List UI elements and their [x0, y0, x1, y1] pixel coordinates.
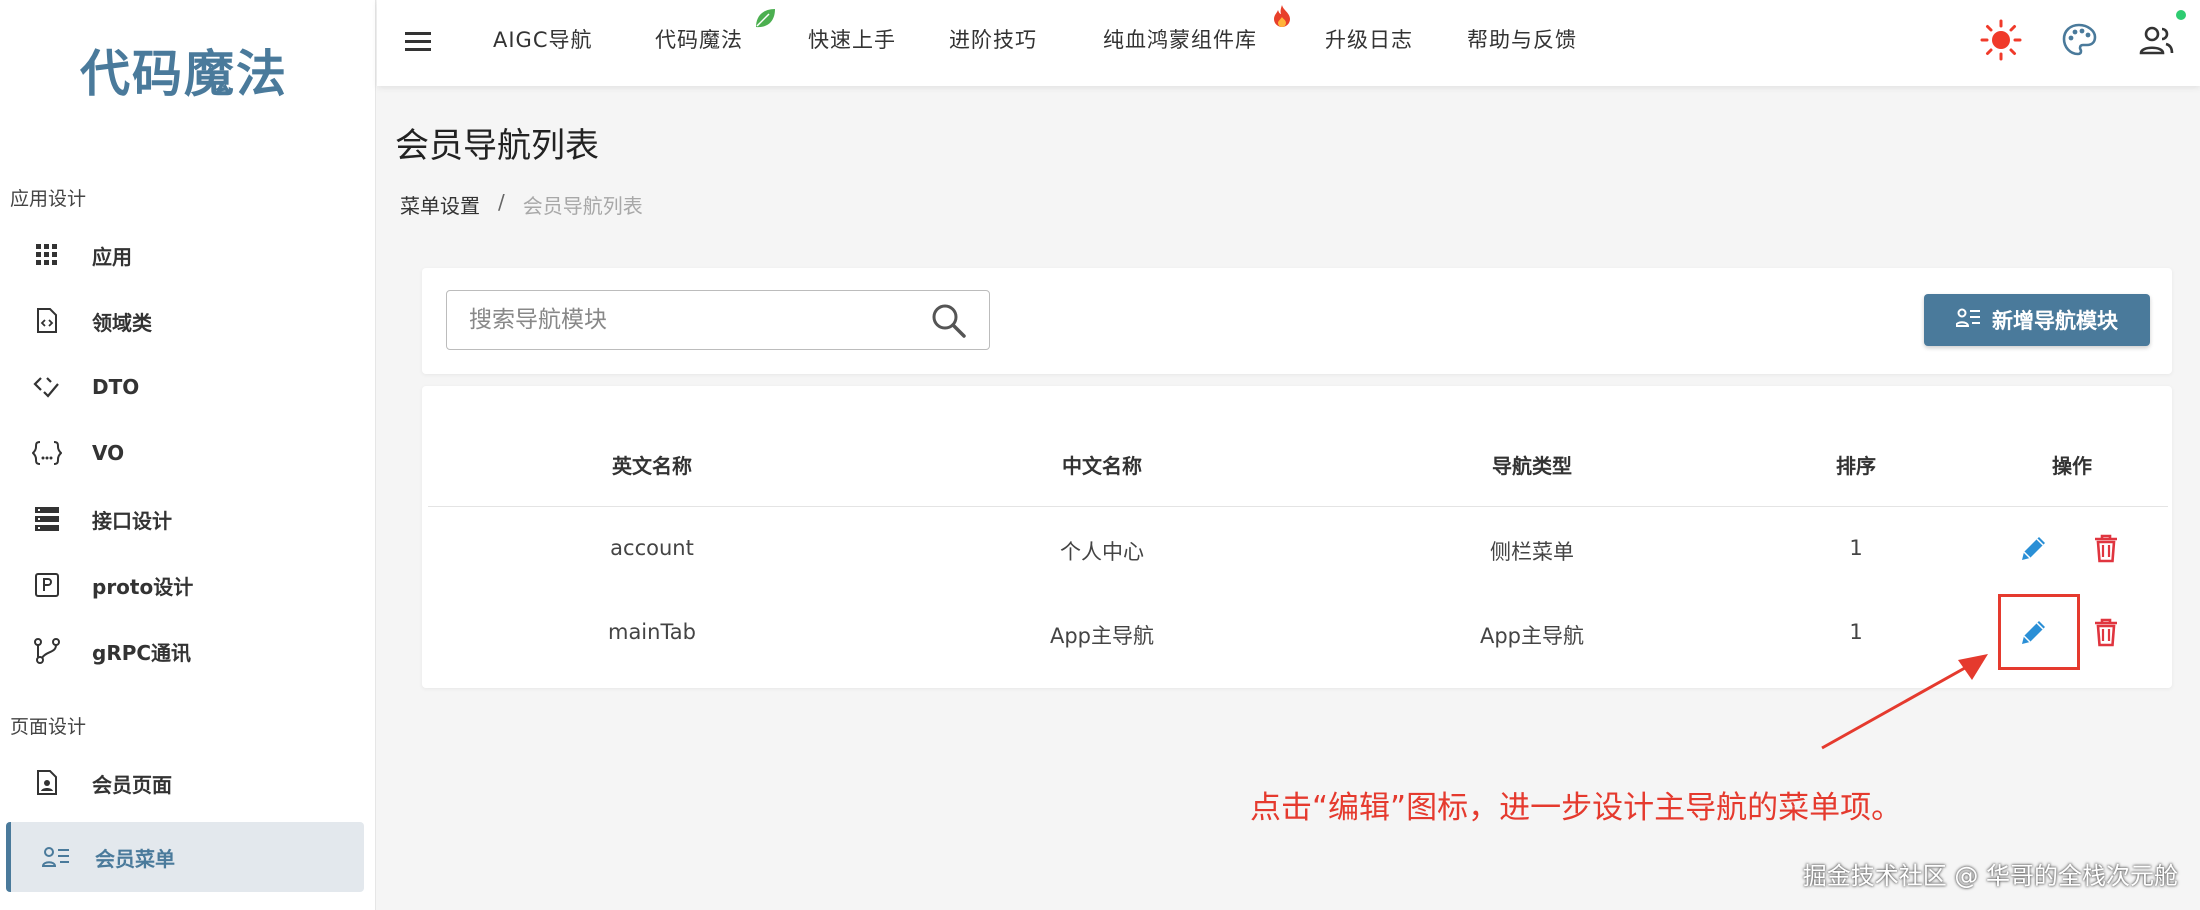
annotation-text: 点击“编辑”图标，进一步设计主导航的菜单项。	[1250, 790, 1903, 826]
column-header-nav-type: 导航类型	[1492, 454, 1572, 478]
person-list-icon	[1954, 308, 1980, 333]
breadcrumb-current: 会员导航列表	[522, 194, 643, 218]
top-link-harmony-components[interactable]: 纯血鸿蒙组件库	[1103, 24, 1257, 54]
header-divider	[428, 506, 2168, 507]
sidebar-item-label: 接口设计	[92, 508, 172, 533]
breadcrumb-menu-settings[interactable]: 菜单设置	[400, 190, 480, 219]
sidebar-item-label: proto设计	[92, 574, 194, 599]
search-field[interactable]	[446, 290, 990, 350]
top-link-advanced-tips[interactable]: 进阶技巧	[949, 24, 1037, 54]
sidebar-item-grpc[interactable]: gRPC通讯	[6, 618, 364, 684]
cell-zh-name: App主导航	[1049, 624, 1155, 648]
sidebar-item-label: 应用	[92, 244, 132, 269]
top-link-code-magic[interactable]: 代码魔法	[655, 24, 743, 54]
breadcrumb: 菜单设置 / 会员导航列表	[400, 190, 643, 219]
column-header-order: 排序	[1836, 454, 1876, 478]
code-file-icon	[32, 306, 62, 336]
top-link-help-feedback[interactable]: 帮助与反馈	[1467, 24, 1577, 54]
app-root: 代码魔法 应用设计 应用 领域类 DTO VO 接口设计 proto设计 gRP…	[0, 0, 2200, 910]
search-toolbar: 新增导航模块	[422, 268, 2172, 374]
cell-en-name: mainTab	[607, 620, 697, 644]
sidebar-item-label: gRPC通讯	[92, 640, 192, 665]
watermark: 掘金技术社区 @ 华哥的全栈次元舱	[1802, 862, 2178, 890]
column-header-en-name: 英文名称	[612, 454, 692, 478]
cell-order: 1	[1849, 536, 1863, 560]
breadcrumb-separator: /	[498, 190, 505, 214]
users-icon[interactable]	[2135, 18, 2179, 62]
annotation-arrow	[1821, 654, 1988, 750]
sidebar-group-app-design: 应用设计	[10, 188, 87, 210]
top-link-changelog[interactable]: 升级日志	[1325, 24, 1413, 54]
search-icon[interactable]	[931, 303, 967, 339]
sidebar-item-label: VO	[92, 441, 125, 465]
sidebar-item-vo[interactable]: VO	[6, 420, 364, 486]
sidebar-item-label: 会员页面	[92, 772, 172, 797]
leaf-icon	[753, 6, 777, 34]
sidebar-item-dto[interactable]: DTO	[6, 354, 364, 420]
sidebar-item-label: 领域类	[92, 310, 152, 335]
add-nav-module-button[interactable]: 新增导航模块	[1924, 294, 2150, 346]
cell-en-name: account	[610, 536, 694, 560]
sidebar-item-label: DTO	[92, 375, 140, 399]
top-link-quick-start[interactable]: 快速上手	[808, 24, 896, 54]
sidebar-item-proto-design[interactable]: proto设计	[6, 552, 364, 618]
column-header-zh-name: 中文名称	[1062, 454, 1142, 478]
branch-icon	[32, 636, 62, 666]
top-navbar: AIGC导航 代码魔法 快速上手 进阶技巧 纯血鸿蒙组件库 升级日志 帮助与反馈	[377, 0, 2200, 86]
sidebar-group-page-design: 页面设计	[10, 716, 87, 738]
online-status-dot	[2176, 10, 2186, 20]
person-file-icon	[32, 768, 62, 798]
menu-toggle-icon[interactable]	[403, 26, 433, 56]
page-title: 会员导航列表	[395, 126, 599, 166]
annotation-highlight-box	[1998, 594, 2080, 670]
sidebar-item-member-menu[interactable]: 会员菜单	[6, 822, 364, 892]
top-link-aigc-nav[interactable]: AIGC导航	[493, 24, 593, 54]
p-box-icon	[32, 570, 62, 600]
search-input[interactable]	[469, 307, 909, 333]
sidebar-item-label: 会员菜单	[95, 846, 175, 871]
add-button-label: 新增导航模块	[1992, 309, 2118, 333]
cell-zh-name: 个人中心	[1060, 540, 1144, 564]
cell-nav-type: App主导航	[1479, 624, 1585, 648]
sidebar-item-domain-class[interactable]: 领域类	[6, 288, 364, 354]
braces-icon	[32, 438, 62, 468]
grid-icon	[32, 240, 62, 270]
palette-icon[interactable]	[2057, 18, 2101, 62]
sidebar: 代码魔法 应用设计 应用 领域类 DTO VO 接口设计 proto设计 gRP…	[0, 0, 376, 910]
column-header-actions: 操作	[2052, 454, 2092, 478]
edit-icon[interactable]	[2016, 530, 2052, 566]
sidebar-item-api-design[interactable]: 接口设计	[6, 486, 364, 552]
app-logo[interactable]: 代码魔法	[0, 34, 368, 106]
person-list-icon	[41, 842, 71, 872]
delete-icon[interactable]	[2088, 530, 2124, 566]
code-check-icon	[32, 372, 62, 402]
sun-icon[interactable]	[1979, 18, 2023, 62]
delete-icon[interactable]	[2088, 614, 2124, 650]
sidebar-item-member-page[interactable]: 会员页面	[6, 750, 364, 816]
cell-nav-type: 侧栏菜单	[1490, 540, 1574, 564]
server-icon	[32, 504, 62, 534]
sidebar-item-app[interactable]: 应用	[6, 222, 364, 288]
fire-icon	[1273, 4, 1291, 32]
